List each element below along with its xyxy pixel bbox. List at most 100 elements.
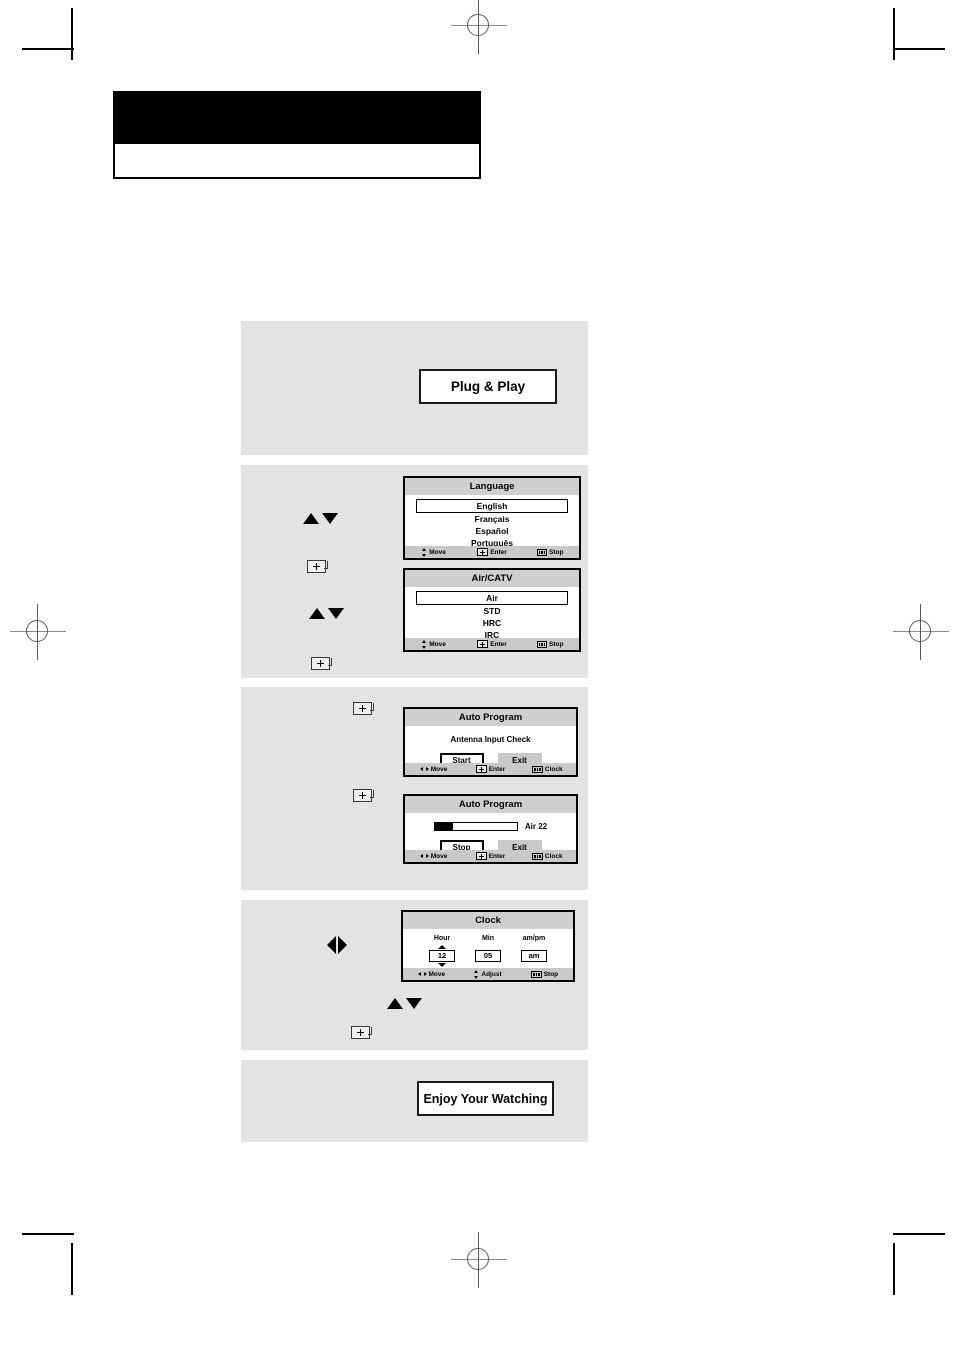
osd-footer-enter: Enter [462, 765, 519, 773]
step-icon-enter-auto-program-scan [353, 789, 374, 802]
osd-footer-move: Move [405, 547, 463, 557]
osd-footer-enter-label: Enter [490, 548, 507, 556]
step-icon-enter-auto-program-check [353, 702, 374, 715]
osd-footer-stop-label: Stop [543, 970, 559, 978]
left-right-arrows-icon [417, 971, 427, 977]
step-icon-enter-language [307, 560, 328, 573]
caret-down-icon[interactable] [438, 963, 446, 967]
osd-footer-enter: Enter [463, 548, 521, 556]
osd-air-catv-item-hrc[interactable]: HRC [416, 617, 568, 629]
osd-language-item-francais[interactable]: Français [416, 513, 568, 525]
osd-footer-enter-label: Enter [488, 852, 506, 860]
clock-min-value[interactable]: 05 [475, 950, 501, 962]
page-subtitle-bar [113, 144, 481, 179]
flow-section-auto-program: Auto Program Antenna Input Check Start E… [241, 687, 588, 890]
up-down-arrows-icon [474, 969, 479, 979]
osd-footer-move: Move [405, 639, 463, 649]
crop-mark-bottom-right-horizontal [893, 1233, 945, 1235]
osd-clock-footer: Move Adjust Stop [403, 968, 573, 980]
clock-hour-stepper[interactable]: 12 [426, 945, 458, 967]
osd-language-items: English Français Español Português [405, 495, 579, 552]
clock-label-ampm: am/pm [522, 935, 546, 942]
clock-label-hour: Hour [433, 935, 451, 942]
registration-mark-left [10, 604, 66, 660]
crop-mark-top-right-vertical [893, 8, 895, 60]
osd-clock-title: Clock [403, 912, 573, 929]
osd-air-catv-item-air[interactable]: Air [416, 591, 568, 605]
enjoy-your-watching-label: Enjoy Your Watching [423, 1091, 548, 1106]
clock-min-stepper[interactable]: 05 [472, 945, 504, 967]
down-arrow-icon [322, 513, 338, 524]
osd-footer-enter: Enter [463, 640, 521, 648]
enter-key-icon [351, 1026, 372, 1039]
osd-footer-adjust: Adjust [460, 969, 517, 979]
crop-mark-top-left-vertical [71, 8, 73, 60]
down-arrow-icon [406, 998, 422, 1009]
osd-auto-program-scan-body: Air 22 Stop Exit [405, 813, 576, 855]
osd-footer-move-label: Move [428, 970, 446, 978]
clock-ampm-stepper[interactable]: am [518, 945, 550, 967]
down-arrow-icon [328, 608, 344, 619]
page-header-block [113, 91, 481, 179]
osd-auto-program-check: Auto Program Antenna Input Check Start E… [403, 707, 578, 777]
registration-mark-bottom [451, 1232, 507, 1288]
clock-hour-value[interactable]: 12 [429, 950, 455, 962]
scan-channel-label: Air 22 [524, 822, 548, 831]
scan-progress-bar [433, 822, 518, 831]
osd-footer-enter: Enter [462, 852, 519, 860]
osd-auto-program-check-footer: Move Enter Clock [405, 763, 576, 775]
step-icon-enter-aircatv [311, 657, 332, 670]
clock-field-labels: Hour Min am/pm [403, 935, 573, 942]
enter-key-icon [353, 702, 374, 715]
osd-clock-body: Hour Min am/pm 12 05 am [403, 929, 573, 967]
osd-auto-program-scan-footer: Move Enter Clock [405, 850, 576, 862]
up-down-arrows-icon [422, 639, 427, 649]
osd-air-catv-items: Air STD HRC IRC [405, 587, 579, 644]
osd-footer-enter-label: Enter [488, 765, 506, 773]
osd-footer-clock: Clock [519, 852, 576, 860]
osd-language-footer: Move Enter Stop [405, 546, 579, 558]
osd-footer-move-label: Move [430, 765, 448, 773]
osd-air-catv-item-std[interactable]: STD [416, 605, 568, 617]
up-down-arrows-icon [422, 547, 427, 557]
osd-auto-program-scan-title: Auto Program [405, 796, 576, 813]
up-arrow-icon [303, 513, 319, 524]
scan-progress-row: Air 22 [405, 822, 576, 831]
flow-section-clock: Clock Hour Min am/pm 12 05 am Move Adjus… [241, 900, 588, 1050]
osd-footer-stop-label: Stop [549, 548, 564, 556]
caret-up-icon[interactable] [438, 945, 446, 949]
crop-mark-top-left-horizontal [22, 48, 74, 50]
osd-footer-move-label: Move [430, 852, 448, 860]
osd-footer-move: Move [403, 971, 460, 978]
osd-footer-stop: Stop [521, 640, 579, 648]
osd-auto-program-scan: Auto Program Air 22 Stop Exit Move Enter [403, 794, 578, 864]
clock-ampm-value[interactable]: am [521, 950, 547, 962]
osd-footer-move: Move [405, 853, 462, 860]
step-icon-up-down-aircatv [309, 608, 344, 619]
menu-bars-icon [536, 640, 548, 648]
osd-air-catv: Air/CATV Air STD HRC IRC Move Enter Stop [403, 568, 581, 652]
osd-footer-clock: Clock [519, 765, 576, 773]
plug-and-play-label: Plug & Play [450, 379, 526, 394]
osd-footer-adjust-label: Adjust [481, 970, 502, 978]
enter-key-icon [353, 789, 374, 802]
antenna-input-check-message: Antenna Input Check [450, 735, 531, 744]
menu-bars-icon [531, 970, 542, 978]
left-arrow-icon [327, 936, 336, 954]
osd-language-item-espanol[interactable]: Español [416, 525, 568, 537]
flow-section-language-aircatv: Language English Français Español Portug… [241, 465, 588, 678]
enter-key-icon [477, 548, 489, 556]
osd-footer-clock-label: Clock [544, 765, 563, 773]
osd-language-item-english[interactable]: English [416, 499, 568, 513]
osd-footer-clock-label: Clock [544, 852, 563, 860]
step-icon-up-down-language [303, 513, 338, 524]
osd-air-catv-title: Air/CATV [405, 570, 579, 587]
osd-footer-move-label: Move [429, 640, 446, 648]
step-icon-enter-clock [351, 1026, 372, 1039]
left-right-arrows-icon [419, 766, 429, 772]
osd-language: Language English Français Español Portug… [403, 476, 581, 560]
registration-mark-right [893, 604, 949, 660]
up-arrow-icon [387, 998, 403, 1009]
osd-auto-program-check-title: Auto Program [405, 709, 576, 726]
left-right-arrows-icon [419, 853, 429, 859]
